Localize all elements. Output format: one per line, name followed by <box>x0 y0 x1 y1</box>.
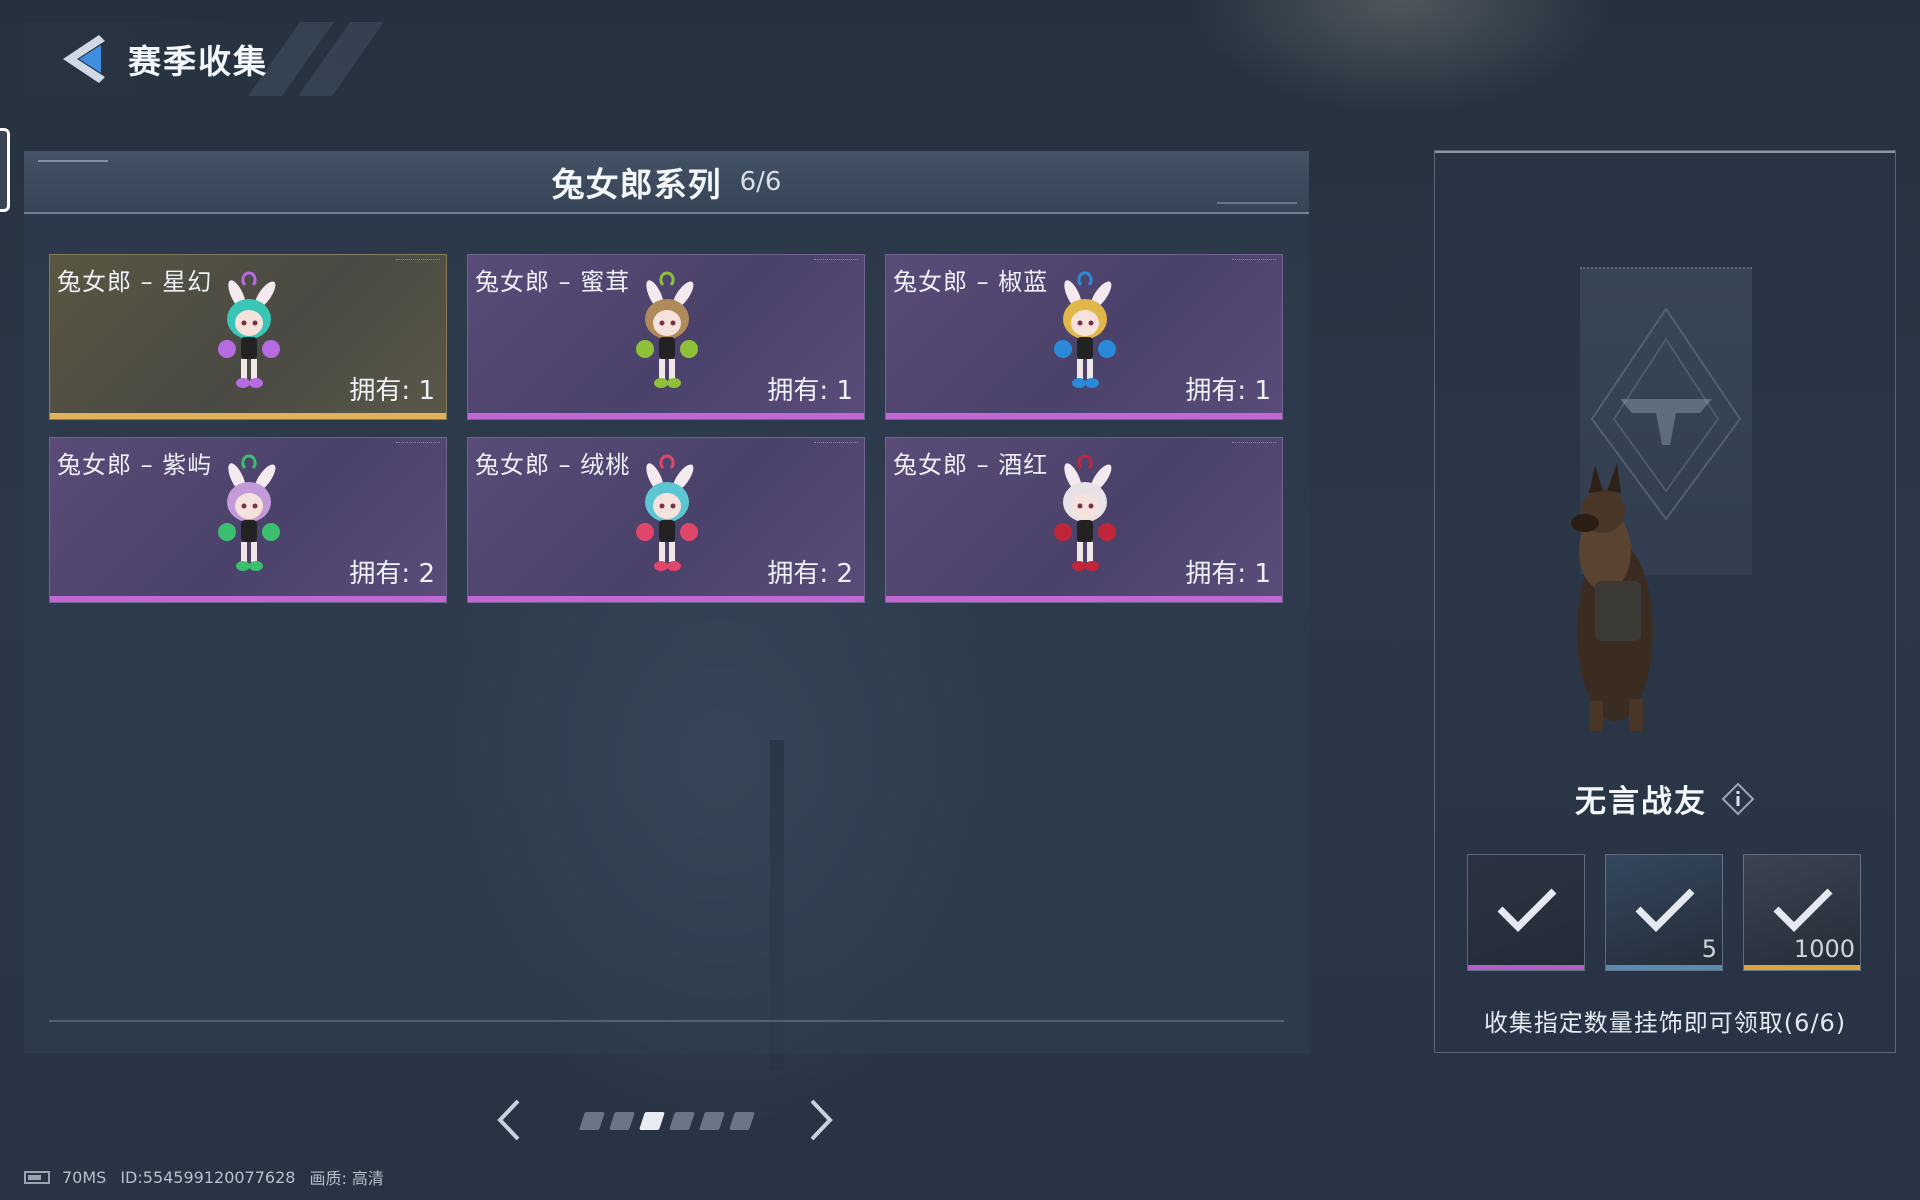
bunny-charm-figure-icon <box>1054 454 1116 571</box>
charm-owned-count: 拥有: 1 <box>1185 559 1271 589</box>
header-decoration <box>1217 202 1297 204</box>
reward-quantity: 1000 <box>1793 935 1855 963</box>
page-dot[interactable] <box>699 1112 725 1130</box>
info-icon <box>1721 782 1755 815</box>
charm-card[interactable]: 兔女郎 – 蜜茸 拥有: 1 <box>467 254 865 420</box>
charm-card[interactable]: 兔女郎 – 星幻 拥有: 1 <box>49 254 447 420</box>
back-arrow-icon <box>63 35 105 83</box>
quality-text: 画质: 高清 <box>309 1169 384 1188</box>
rarity-bar <box>1468 965 1584 970</box>
series-header: 兔女郎系列 6/6 <box>24 151 1309 214</box>
collection-panel: 兔女郎系列 6/6 兔女郎 – 星幻 拥有: 1 兔女郎 – 蜜茸 拥有: 1 … <box>24 151 1309 1053</box>
chevron-right-icon <box>810 1099 833 1141</box>
bunny-charm-figure-icon <box>636 271 698 388</box>
bunny-charm-figure-icon <box>1054 271 1116 388</box>
charm-owned-count: 拥有: 1 <box>1185 376 1271 406</box>
claimed-check-icon <box>1635 888 1695 932</box>
card-decoration <box>814 259 858 267</box>
charm-owned-count: 拥有: 1 <box>349 376 435 406</box>
page-navigator <box>490 1093 840 1147</box>
charm-owned-count: 拥有: 1 <box>767 376 853 406</box>
charm-card[interactable]: 兔女郎 – 椒蓝 拥有: 1 <box>885 254 1283 420</box>
info-button[interactable] <box>1721 782 1755 816</box>
rarity-bar <box>886 596 1282 602</box>
chevron-left-icon <box>497 1099 520 1141</box>
header-decoration <box>38 160 108 162</box>
page-dot[interactable] <box>639 1112 665 1130</box>
rarity-bar <box>468 596 864 602</box>
card-decoration <box>1232 259 1276 267</box>
rarity-bar <box>468 413 864 419</box>
rarity-bar <box>886 413 1282 419</box>
panel-top-line <box>1435 151 1895 153</box>
series-progress: 6/6 <box>739 166 782 197</box>
status-bar: 70MS ID:554599120077628 画质: 高清 <box>24 1167 398 1188</box>
bunny-charm-figure-icon <box>218 271 280 388</box>
charm-name: 兔女郎 – 酒红 <box>893 451 1049 479</box>
reward-item[interactable]: 1000 <box>1743 854 1861 971</box>
reward-name: 无言战友 <box>1575 784 1707 820</box>
rarity-bar <box>50 413 446 419</box>
card-decoration <box>1232 442 1276 450</box>
bunny-charm-figure-icon <box>636 454 698 571</box>
reward-description: 收集指定数量挂饰即可领取(6/6) <box>1483 1009 1847 1037</box>
charm-name: 兔女郎 – 蜜茸 <box>475 268 631 296</box>
reward-name-row: 无言战友 <box>1435 776 1895 821</box>
claimed-check-icon <box>1773 888 1833 932</box>
claimed-check-icon <box>1497 888 1557 932</box>
panel-divider <box>49 1020 1284 1022</box>
bunny-charm-figure-icon <box>218 454 280 571</box>
charm-name: 兔女郎 – 椒蓝 <box>893 268 1049 296</box>
page-dot[interactable] <box>669 1112 695 1130</box>
top-header: 赛季收集 <box>24 22 384 96</box>
charm-card[interactable]: 兔女郎 – 紫屿 拥有: 2 <box>49 437 447 603</box>
reward-panel: 无言战友 5 1000 收集指定数量挂饰即可领取(6/6) <box>1434 150 1896 1053</box>
charm-owned-count: 拥有: 2 <box>767 559 853 589</box>
card-decoration <box>396 259 440 267</box>
next-page-button[interactable] <box>800 1093 840 1147</box>
charm-name: 兔女郎 – 紫屿 <box>57 451 213 479</box>
side-drawer-tab[interactable] <box>0 128 10 212</box>
charm-card[interactable]: 兔女郎 – 酒红 拥有: 1 <box>885 437 1283 603</box>
reward-item[interactable] <box>1467 854 1585 971</box>
charm-card[interactable]: 兔女郎 – 绒桃 拥有: 2 <box>467 437 865 603</box>
rarity-bar <box>50 596 446 602</box>
rarity-bar <box>1744 965 1860 970</box>
charm-name: 兔女郎 – 星幻 <box>57 268 213 296</box>
page-dot[interactable] <box>729 1112 755 1130</box>
player-id-text: ID:554599120077628 <box>120 1167 296 1187</box>
battery-icon <box>24 1170 50 1184</box>
series-title: 兔女郎系列 <box>551 164 722 204</box>
reward-quantity: 5 <box>1701 935 1717 963</box>
dog-companion-icon <box>1571 463 1653 731</box>
page-dot[interactable] <box>609 1112 635 1130</box>
prev-page-button[interactable] <box>490 1093 530 1147</box>
page-dot[interactable] <box>579 1112 605 1130</box>
card-decoration <box>814 442 858 450</box>
page-title: 赛季收集 <box>128 42 268 81</box>
rarity-bar <box>1606 965 1722 970</box>
card-decoration <box>396 442 440 450</box>
charm-owned-count: 拥有: 2 <box>349 559 435 589</box>
reward-item[interactable]: 5 <box>1605 854 1723 971</box>
charm-name: 兔女郎 – 绒桃 <box>475 451 631 479</box>
latency-text: 70MS <box>62 1167 107 1187</box>
back-button[interactable] <box>50 22 116 96</box>
